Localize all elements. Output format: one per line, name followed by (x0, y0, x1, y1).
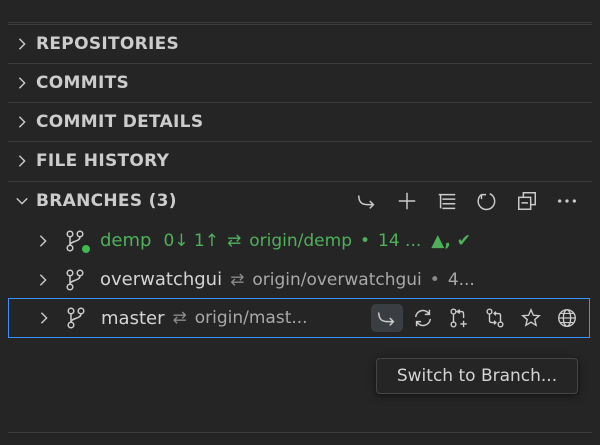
sync-icon[interactable] (407, 304, 439, 332)
current-branch-indicator (82, 244, 90, 253)
branch-status: ▲, ✔ (431, 230, 471, 251)
upstream-name: origin/overwatchgui (252, 269, 422, 290)
section-title: BRANCHES (3) (36, 190, 177, 211)
section-title: COMMIT DETAILS (36, 111, 204, 132)
section-commit-details[interactable]: COMMIT DETAILS (8, 102, 592, 140)
git-branch-icon (64, 229, 90, 253)
bullet: • (359, 230, 371, 251)
compare-icon[interactable] (479, 304, 511, 332)
refresh-icon[interactable] (472, 188, 502, 214)
chevron-down-icon (8, 194, 36, 208)
sync-status: 0↓ 1↑ (163, 230, 219, 251)
star-icon[interactable] (515, 304, 547, 332)
git-branch-icon (65, 306, 91, 330)
divider (8, 22, 592, 23)
chevron-right-icon (31, 311, 57, 325)
branch-name: master (101, 307, 165, 329)
plus-icon[interactable] (392, 188, 422, 214)
switch-branch-icon[interactable] (352, 188, 382, 214)
switch-branch-icon[interactable] (371, 304, 403, 332)
upstream-name: origin/mast... (194, 308, 308, 328)
branch-name: demp (100, 230, 152, 251)
list-view-icon[interactable] (432, 188, 462, 214)
branch-extra: 4... (447, 269, 475, 290)
chevron-right-icon (30, 273, 56, 287)
branch-row-overwatchgui[interactable]: overwatchgui ⇄ origin/overwatchgui • 4..… (8, 260, 590, 299)
tooltip: Switch to Branch... (376, 358, 578, 394)
section-title: FILE HISTORY (36, 150, 170, 171)
chevron-right-icon (30, 234, 56, 248)
collapse-all-icon[interactable] (512, 188, 542, 214)
upstream-arrow: ⇄ (227, 230, 242, 251)
upstream-arrow: ⇄ (230, 269, 245, 290)
chevron-right-icon (8, 154, 36, 168)
divider (8, 432, 592, 433)
create-pull-request-icon[interactable] (443, 304, 475, 332)
branch-row-master[interactable]: master ⇄ origin/mast... (8, 298, 590, 338)
branch-actions (371, 304, 583, 332)
branch-row-demp[interactable]: demp 0↓ 1↑ ⇄ origin/demp • 14 ... ▲, ✔ (8, 221, 590, 260)
branches-toolbar (352, 188, 582, 214)
upstream-arrow: ⇄ (172, 308, 187, 328)
chevron-right-icon (8, 37, 36, 51)
section-title: REPOSITORIES (36, 33, 180, 54)
upstream-name: origin/demp (249, 230, 352, 251)
chevron-right-icon (8, 115, 36, 129)
bullet: • (429, 269, 440, 290)
more-icon[interactable] (552, 188, 582, 214)
branch-extra: 14 ... (378, 230, 422, 251)
git-branch-icon (64, 268, 90, 292)
chevron-right-icon (8, 76, 36, 90)
section-title: COMMITS (36, 72, 130, 93)
section-branches[interactable]: BRANCHES (3) (8, 181, 592, 219)
branch-name: overwatchgui (100, 269, 223, 290)
section-repositories[interactable]: REPOSITORIES (8, 24, 592, 62)
section-commits[interactable]: COMMITS (8, 63, 592, 101)
globe-icon[interactable] (551, 304, 583, 332)
section-file-history[interactable]: FILE HISTORY (8, 141, 592, 179)
